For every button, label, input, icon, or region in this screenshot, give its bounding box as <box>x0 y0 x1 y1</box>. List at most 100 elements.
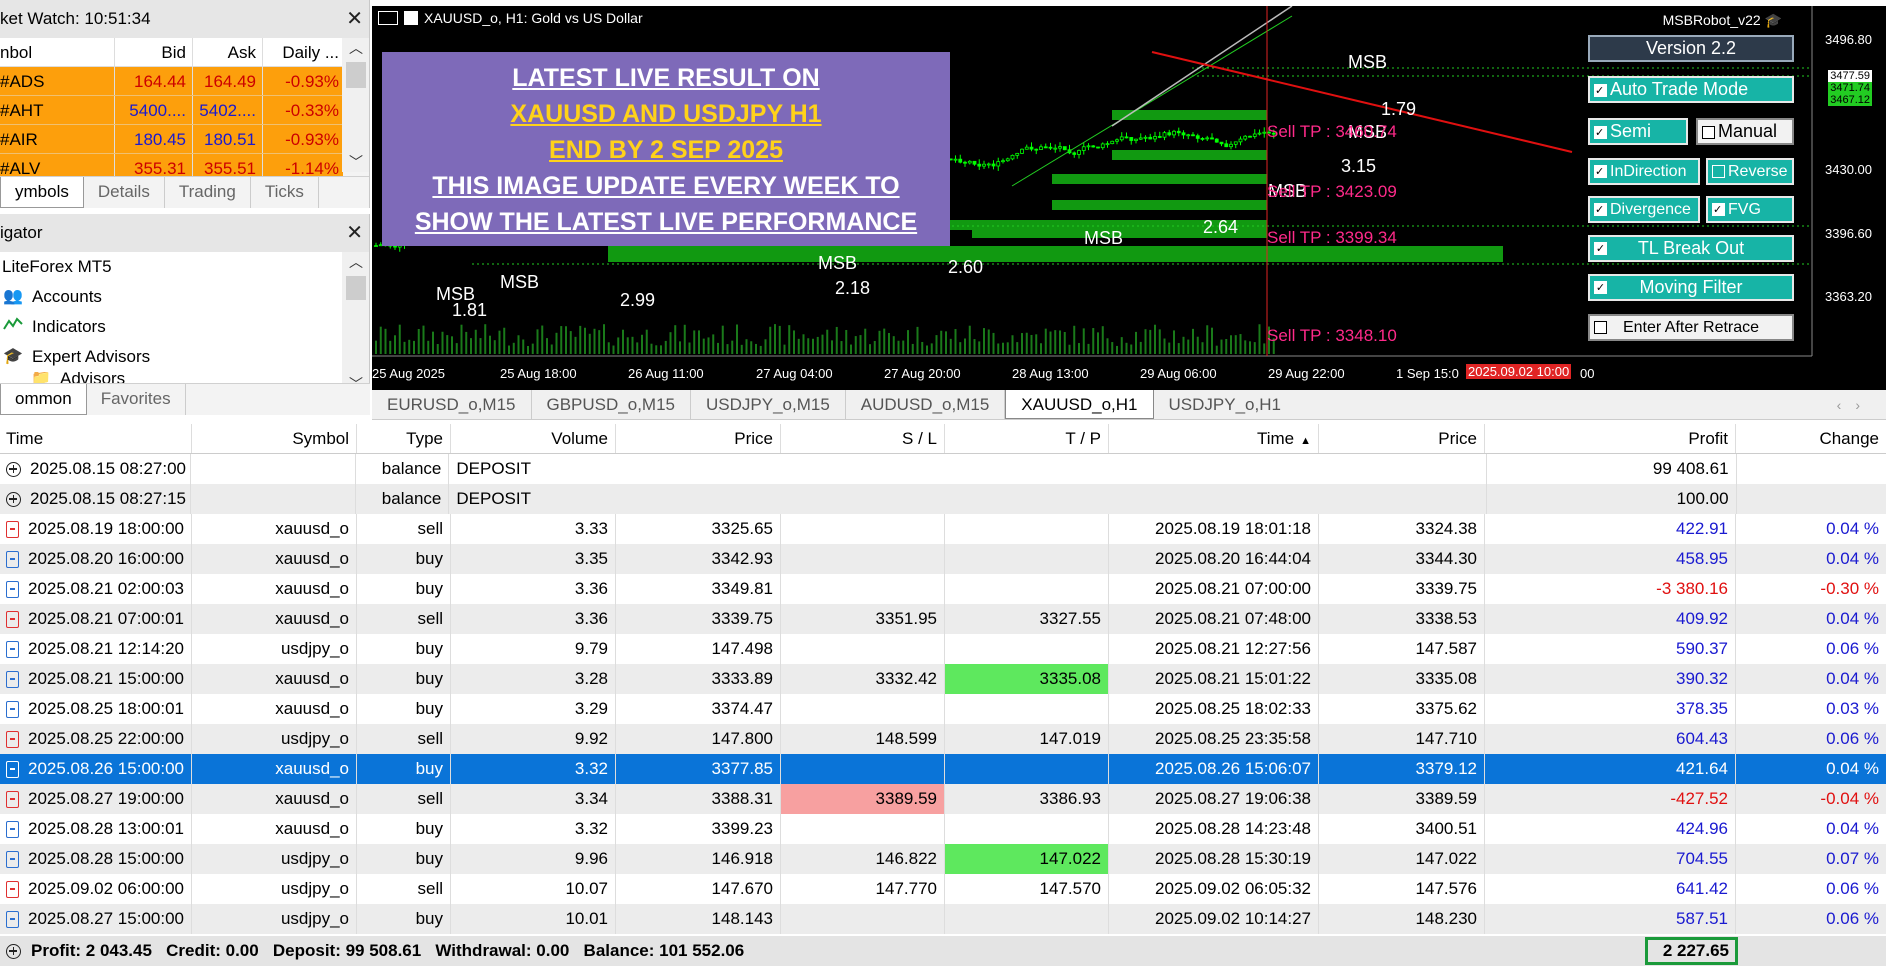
checkbox-checked-icon[interactable]: ✓ <box>1594 83 1607 97</box>
chevron-right-icon[interactable]: › <box>1855 397 1874 413</box>
market-watch-row[interactable]: #ADS 164.44 164.49 -0.93% <box>0 67 343 96</box>
column-header-close-time[interactable]: Time ▲ <box>1109 424 1319 453</box>
column-header-sl[interactable]: S / L <box>781 424 945 453</box>
tab-details[interactable]: Details <box>84 177 165 208</box>
column-header-tp[interactable]: T / P <box>945 424 1109 453</box>
scrollbar-thumb[interactable] <box>346 62 366 88</box>
tab-chart-audusd-m15[interactable]: AUDUSD_o,M15 <box>846 390 1006 419</box>
table-row[interactable]: 2025.08.27 19:00:00 xauusd_o sell 3.34 3388.… <box>0 784 1886 814</box>
column-header-close-price[interactable]: Price <box>1319 424 1485 453</box>
checkbox-empty-icon[interactable] <box>1702 125 1715 139</box>
column-header-volume[interactable]: Volume <box>451 424 616 453</box>
checkbox-checked-icon[interactable]: ✓ <box>1594 242 1607 255</box>
table-row[interactable]: 2025.08.21 07:00:01 xauusd_o sell 3.36 3339.… <box>0 604 1886 634</box>
candle-body <box>1186 134 1191 137</box>
navigator-tabs: ommon Favorites <box>0 383 370 415</box>
moving-filter-button[interactable]: ✓ Moving Filter <box>1588 274 1794 301</box>
navigator-scrollbar[interactable]: ︿ ﹀ <box>342 252 369 394</box>
table-row[interactable]: 2025.08.19 18:00:00 xauusd_o sell 3.33 3325.… <box>0 514 1886 544</box>
column-header-type[interactable]: Type <box>357 424 451 453</box>
tab-ticks[interactable]: Ticks <box>251 177 319 208</box>
candle-body <box>1148 136 1153 140</box>
chevron-up-icon[interactable]: ︿ <box>349 38 363 58</box>
reverse-button[interactable]: Reverse <box>1706 158 1794 185</box>
table-row[interactable]: 2025.08.21 15:00:00 xauusd_o buy 3.28 3333.8… <box>0 664 1886 694</box>
nav-item-indicators[interactable]: Indicators <box>0 312 369 342</box>
fvg-button[interactable]: ✓ FVG <box>1706 196 1794 223</box>
tab-chart-eurusd-m15[interactable]: EURUSD_o,M15 <box>372 390 532 419</box>
divergence-button[interactable]: ✓ Divergence <box>1588 196 1700 223</box>
tp-cell: 147.022 <box>945 844 1109 874</box>
checkbox-checked-icon[interactable]: ✓ <box>1594 281 1607 294</box>
column-header-price[interactable]: Price <box>616 424 781 453</box>
semi-button[interactable]: ✓ Semi <box>1588 118 1688 145</box>
tab-trading[interactable]: Trading <box>165 177 251 208</box>
tl-break-out-button[interactable]: ✓ TL Break Out <box>1588 235 1794 262</box>
candle-body <box>972 160 977 165</box>
tab-common[interactable]: ommon <box>0 384 87 415</box>
nav-item-broker[interactable]: LiteForex MT5 <box>0 252 369 282</box>
price-chart[interactable]: XAUUSD_o, H1: Gold vs US Dollar MSBRobot… <box>372 6 1886 390</box>
auto-trade-mode-button[interactable]: ✓ Auto Trade Mode <box>1588 76 1794 103</box>
market-watch-row[interactable]: #AIR 180.45 180.51 -0.93% <box>0 125 343 154</box>
market-watch-scrollbar[interactable]: ︿ ﹀ <box>342 38 369 172</box>
chevron-down-icon[interactable]: ﹀ <box>349 152 363 172</box>
tab-chart-xauusd-h1[interactable]: XAUUSD_o,H1 <box>1005 390 1154 419</box>
symbol-cell: usdjpy_o <box>192 844 357 874</box>
version-button[interactable]: Version 2.2 <box>1588 35 1794 62</box>
enter-after-retrace-button[interactable]: Enter After Retrace <box>1588 314 1794 341</box>
market-watch-title: ket Watch: 10:51:34 <box>0 9 151 28</box>
close-icon[interactable]: ✕ <box>346 214 363 252</box>
in-direction-button[interactable]: ✓ InDirection <box>1588 158 1700 185</box>
checkbox-checked-icon[interactable]: ✓ <box>1594 125 1607 139</box>
column-header-symbol[interactable]: Symbol <box>192 424 357 453</box>
tab-chart-usdjpy-m15[interactable]: USDJPY_o,M15 <box>691 390 846 419</box>
column-header-ask[interactable]: Ask <box>193 38 263 66</box>
checkbox-checked-icon[interactable]: ✓ <box>1712 203 1725 217</box>
table-row[interactable]: 2025.08.28 13:00:01 xauusd_o buy 3.32 3399.2… <box>0 814 1886 844</box>
table-row[interactable]: 2025.08.21 02:00:03 xauusd_o buy 3.36 3349.8… <box>0 574 1886 604</box>
tab-favorites[interactable]: Favorites <box>87 384 186 415</box>
time-cell: 2025.08.28 15:00:00 <box>0 844 192 874</box>
tab-chart-gbpusd-m15[interactable]: GBPUSD_o,M15 <box>532 390 691 419</box>
close-price-cell: 3389.59 <box>1319 784 1485 814</box>
table-row[interactable]: 2025.08.21 12:14:20 usdjpy_o buy 9.79 147.49… <box>0 634 1886 664</box>
table-row[interactable]: 2025.08.20 16:00:00 xauusd_o buy 3.35 3342.9… <box>0 544 1886 574</box>
table-row[interactable]: 2025.08.15 08:27:00 balance DEPOSIT 99 408.… <box>0 454 1886 484</box>
chevron-left-icon[interactable]: ‹ <box>1837 397 1856 413</box>
tab-scroll-arrows[interactable]: ‹› <box>1837 390 1874 420</box>
table-row[interactable]: 2025.08.25 18:00:01 xauusd_o buy 3.29 3374.4… <box>0 694 1886 724</box>
manual-button[interactable]: Manual <box>1696 118 1794 145</box>
tab-symbols[interactable]: ymbols <box>0 177 84 208</box>
time-cell: 2025.08.21 07:00:01 <box>0 604 192 634</box>
table-row[interactable]: 2025.09.02 06:00:00 usdjpy_o sell 10.07 147.… <box>0 874 1886 904</box>
candle-body <box>1138 137 1143 140</box>
checkbox-empty-icon[interactable] <box>1594 321 1607 334</box>
close-icon[interactable]: ✕ <box>346 0 363 38</box>
column-header-time[interactable]: Time <box>0 424 192 453</box>
column-header-profit[interactable]: Profit <box>1485 424 1736 453</box>
checkbox-empty-icon[interactable] <box>1712 165 1725 179</box>
column-header-daily[interactable]: Daily ... <box>263 38 343 66</box>
column-header-change[interactable]: Change <box>1736 424 1886 453</box>
scrollbar-thumb[interactable] <box>346 276 366 300</box>
chart-menu-icon[interactable] <box>378 11 398 25</box>
chevron-up-icon[interactable]: ︿ <box>349 252 363 272</box>
table-row[interactable]: 2025.08.25 22:00:00 usdjpy_o sell 9.92 147.8… <box>0 724 1886 754</box>
symbol-cell: usdjpy_o <box>192 724 357 754</box>
checkbox-checked-icon[interactable]: ✓ <box>1594 165 1607 179</box>
table-row[interactable]: 2025.08.15 08:27:15 balance DEPOSIT 100.00 <box>0 484 1886 514</box>
nav-item-expert-advisors[interactable]: 🎓 Expert Advisors <box>0 342 369 372</box>
table-row[interactable]: 2025.08.28 15:00:00 usdjpy_o buy 9.96 146.91… <box>0 844 1886 874</box>
button-label: Enter After Retrace <box>1622 319 1760 336</box>
market-watch-row[interactable]: #AHT 5400.... 5402.... -0.33% <box>0 96 343 125</box>
column-header-bid[interactable]: Bid <box>115 38 193 66</box>
table-row[interactable]: 2025.08.27 15:00:00 usdjpy_o buy 10.01 148.1… <box>0 904 1886 934</box>
sl-cell: 146.822 <box>781 844 945 874</box>
checkbox-checked-icon[interactable]: ✓ <box>1594 203 1607 217</box>
column-header-symbol[interactable]: nbol <box>0 38 115 66</box>
nav-item-accounts[interactable]: 👥 Accounts <box>0 282 369 312</box>
promo-line: XAUUSD AND USDJPY H1 <box>510 100 822 128</box>
table-row[interactable]: 2025.08.26 15:00:00 xauusd_o buy 3.32 3377.8… <box>0 754 1886 784</box>
tab-chart-usdjpy-h1[interactable]: USDJPY_o,H1 <box>1154 390 1296 419</box>
